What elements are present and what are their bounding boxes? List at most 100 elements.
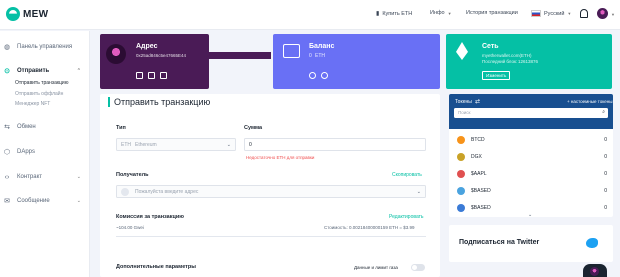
sidebar-subitem-send-tx[interactable]: Отправить транзакцию xyxy=(15,80,68,86)
twitter-icon xyxy=(586,238,598,248)
wallet-icon xyxy=(283,44,300,58)
token-value: 0 xyxy=(604,204,607,211)
token-symbol: $BASED xyxy=(471,187,491,194)
sidebar-item-label: Панель управления xyxy=(17,44,73,50)
recipient-label: Получатель xyxy=(116,172,149,178)
sidebar-item-contract[interactable]: ‹› Контракт ⌄ xyxy=(3,173,87,181)
amount-error: Недостаточно ETH для отправки xyxy=(246,155,315,160)
change-network-button[interactable]: Изменить xyxy=(482,71,511,80)
sidebar-item-label: Контракт xyxy=(17,174,43,180)
sidebar-item-label: Отправить xyxy=(17,68,50,74)
info-icon[interactable] xyxy=(309,72,316,79)
dgx-token-icon xyxy=(457,152,465,161)
dashboard-icon: ◍ xyxy=(3,44,11,51)
code-icon: ‹› xyxy=(4,173,10,181)
token-value: 0 xyxy=(604,136,607,143)
flag-icon xyxy=(531,10,541,17)
token-symbol: $BASED xyxy=(471,204,491,211)
address-card: Адрес 0x25ad846c5e47665E44298d1f2e3238BF… xyxy=(100,34,209,89)
gas-price: ~104.00 Gwei xyxy=(116,225,144,230)
history-link[interactable]: История транзакции xyxy=(466,10,518,16)
chevron-down-icon: ⌄ xyxy=(226,141,231,148)
sidebar-item-send[interactable]: ⊙ Отправить ⌃ xyxy=(3,67,87,75)
balance-title: Баланс xyxy=(309,43,335,50)
amount-input[interactable]: 0 xyxy=(244,138,426,151)
sidebar-subitem-nft-manager[interactable]: Менеджер NFT xyxy=(15,101,50,107)
type-sub: Ethereum xyxy=(135,141,157,148)
address-avatar xyxy=(106,44,126,64)
sidebar-item-swap[interactable]: ⇆ Обмен xyxy=(3,123,87,131)
address-value-overflow xyxy=(186,52,271,59)
copy-icon[interactable] xyxy=(136,72,143,79)
tokens-header: Токены ⇄ + настоемные токены Поиск ⌕ xyxy=(449,94,613,129)
token-row[interactable]: $BASED 0 xyxy=(457,184,607,197)
token-search-placeholder: Поиск xyxy=(458,110,471,115)
twitter-card[interactable]: Подписаться на Twitter xyxy=(449,225,613,262)
sidebar-item-label: Обмен xyxy=(17,124,36,130)
address-title: Адрес xyxy=(136,43,158,50)
edit-fee-button[interactable]: Редактировать xyxy=(389,214,424,220)
network-title: Сеть xyxy=(482,43,499,50)
token-symbol: $AAPL xyxy=(471,170,487,177)
twitter-label: Подписаться на Twitter xyxy=(459,239,540,246)
recipient-placeholder: Пожалуйста введите адрес xyxy=(135,188,199,195)
refresh-icon[interactable] xyxy=(321,72,328,79)
amount-label: Сумма xyxy=(244,125,263,131)
network-card: Сеть myetherwallet.com(ETH) Последний бл… xyxy=(446,34,612,89)
ethereum-icon xyxy=(456,42,468,60)
divider xyxy=(116,236,426,237)
language-label: Русский xyxy=(544,10,565,17)
balance-unit: ETH xyxy=(315,53,325,59)
notifications-bell-icon[interactable] xyxy=(580,9,588,18)
aapl-token-icon xyxy=(457,169,465,178)
account-avatar[interactable] xyxy=(597,8,608,19)
sidebar-item-dapps[interactable]: ⬡ DApps xyxy=(3,148,87,156)
print-icon[interactable] xyxy=(160,72,167,79)
swap-icon[interactable]: ⇄ xyxy=(475,98,480,105)
qr-icon[interactable] xyxy=(148,72,155,79)
floating-avatar-button[interactable] xyxy=(583,264,607,277)
tokens-title: Токены xyxy=(455,99,472,105)
sidebar-subitem-send-offline[interactable]: Отправить оффлайн xyxy=(15,91,63,97)
logo[interactable]: MEW xyxy=(6,7,48,21)
sidebar-item-label: DApps xyxy=(17,149,36,155)
token-row[interactable]: DGX 0 xyxy=(457,150,607,163)
chevron-down-icon: ▼ xyxy=(447,10,452,16)
send-icon: ⊙ xyxy=(4,68,10,75)
recipient-input[interactable]: Пожалуйста введите адрес ⌄ xyxy=(116,185,426,198)
brand-name: MEW xyxy=(23,8,49,20)
info-label: Инфо xyxy=(430,10,445,16)
buy-eth-label: Купить ETH xyxy=(382,10,413,17)
token-symbol: BTCD xyxy=(471,136,485,143)
tokens-panel: Токены ⇄ + настоемные токены Поиск ⌕ BTC… xyxy=(449,94,613,218)
language-select[interactable]: Русский ▼ xyxy=(531,10,571,17)
send-transaction-panel: Отправить транзакцию Тип ETH Ethereum ⌄ … xyxy=(100,94,440,277)
chevron-down-icon: ⌄ xyxy=(416,188,421,195)
swap-icon: ⇆ xyxy=(4,124,10,131)
chevron-down-icon: ⌄ xyxy=(76,174,81,180)
chevron-down-icon[interactable]: ▼ xyxy=(611,12,615,17)
token-value: 0 xyxy=(604,170,607,177)
token-row[interactable]: $AAPL 0 xyxy=(457,167,607,180)
logo-icon xyxy=(6,7,20,21)
buy-eth-link[interactable]: ▮ Купить ETH xyxy=(376,10,413,18)
chevron-down-icon: ⌄ xyxy=(76,198,81,204)
dapps-icon: ⬡ xyxy=(3,149,11,156)
token-row[interactable]: BTCD 0 xyxy=(457,133,607,146)
copy-button[interactable]: Скопировать xyxy=(392,172,422,178)
type-select[interactable]: ETH Ethereum ⌄ xyxy=(116,138,236,151)
custom-tokens-button[interactable]: + настоемные токены xyxy=(567,99,612,104)
gas-limit-label: Данные и лимит газа xyxy=(354,265,398,270)
advanced-label: Дополнительные параметры xyxy=(116,264,196,270)
history-label: История транзакции xyxy=(466,10,518,16)
sidebar-item-message[interactable]: ✉ Сообщение ⌄ xyxy=(3,197,87,205)
expand-chevron-icon[interactable]: ⌄ xyxy=(528,212,532,218)
message-icon: ✉ xyxy=(4,198,10,205)
chevron-up-icon: ⌃ xyxy=(76,68,81,74)
info-menu[interactable]: Инфо ▼ xyxy=(430,10,452,16)
token-value: 0 xyxy=(604,153,607,160)
sidebar-item-dashboard[interactable]: ◍ Панель управления xyxy=(3,43,87,51)
token-search-input[interactable]: Поиск ⌕ xyxy=(454,108,608,118)
gas-limit-toggle[interactable] xyxy=(411,264,425,271)
network-node: myetherwallet.com(ETH) xyxy=(482,53,532,58)
